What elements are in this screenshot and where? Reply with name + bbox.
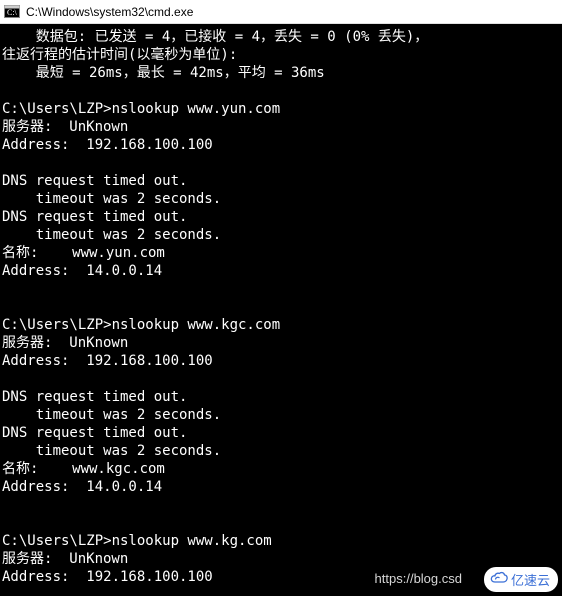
- terminal-line: Address: 14.0.0.14: [2, 478, 560, 496]
- terminal-line: 服务器: UnKnown: [2, 334, 560, 352]
- terminal-line: [2, 514, 560, 532]
- terminal-line: 最短 = 26ms，最长 = 42ms，平均 = 36ms: [2, 64, 560, 82]
- terminal-line: 服务器: UnKnown: [2, 550, 560, 568]
- terminal-line: DNS request timed out.: [2, 388, 560, 406]
- terminal-line: C:\Users\LZP>nslookup www.kg.com: [2, 532, 560, 550]
- brand-text: 亿速云: [511, 570, 550, 589]
- terminal-line: timeout was 2 seconds.: [2, 226, 560, 244]
- terminal-line: 数据包: 已发送 = 4，已接收 = 4，丢失 = 0 (0% 丢失)，: [2, 28, 560, 46]
- window-title: C:\Windows\system32\cmd.exe: [26, 5, 193, 19]
- terminal-line: DNS request timed out.: [2, 208, 560, 226]
- terminal-line: [2, 154, 560, 172]
- terminal-line: 名称: www.kgc.com: [2, 460, 560, 478]
- terminal-line: timeout was 2 seconds.: [2, 442, 560, 460]
- window-titlebar[interactable]: C:\ C:\Windows\system32\cmd.exe: [0, 0, 562, 24]
- terminal-line: [2, 370, 560, 388]
- terminal-line: [2, 280, 560, 298]
- terminal-line: DNS request timed out.: [2, 172, 560, 190]
- terminal-line: 服务器: UnKnown: [2, 118, 560, 136]
- watermark-text: https://blog.csd: [375, 571, 462, 586]
- terminal-line: 名称: www.yun.com: [2, 244, 560, 262]
- cmd-icon: C:\: [4, 4, 20, 20]
- terminal-line: Address: 192.168.100.100: [2, 136, 560, 154]
- terminal-line: C:\Users\LZP>nslookup www.kgc.com: [2, 316, 560, 334]
- terminal-line: [2, 496, 560, 514]
- terminal-line: [2, 82, 560, 100]
- terminal-line: C:\Users\LZP>nslookup www.yun.com: [2, 100, 560, 118]
- terminal-line: [2, 298, 560, 316]
- terminal-output[interactable]: 数据包: 已发送 = 4，已接收 = 4，丢失 = 0 (0% 丢失)，往返行程…: [0, 24, 562, 590]
- cloud-icon: [490, 571, 511, 588]
- terminal-line: 往返行程的估计时间(以毫秒为单位):: [2, 46, 560, 64]
- terminal-line: timeout was 2 seconds.: [2, 406, 560, 424]
- terminal-line: Address: 14.0.0.14: [2, 262, 560, 280]
- terminal-line: DNS request timed out.: [2, 424, 560, 442]
- brand-badge: 亿速云: [484, 567, 558, 592]
- terminal-line: Address: 192.168.100.100: [2, 352, 560, 370]
- svg-text:C:\: C:\: [7, 8, 18, 17]
- terminal-line: Address: 192.168.100.100: [2, 568, 560, 586]
- terminal-line: timeout was 2 seconds.: [2, 190, 560, 208]
